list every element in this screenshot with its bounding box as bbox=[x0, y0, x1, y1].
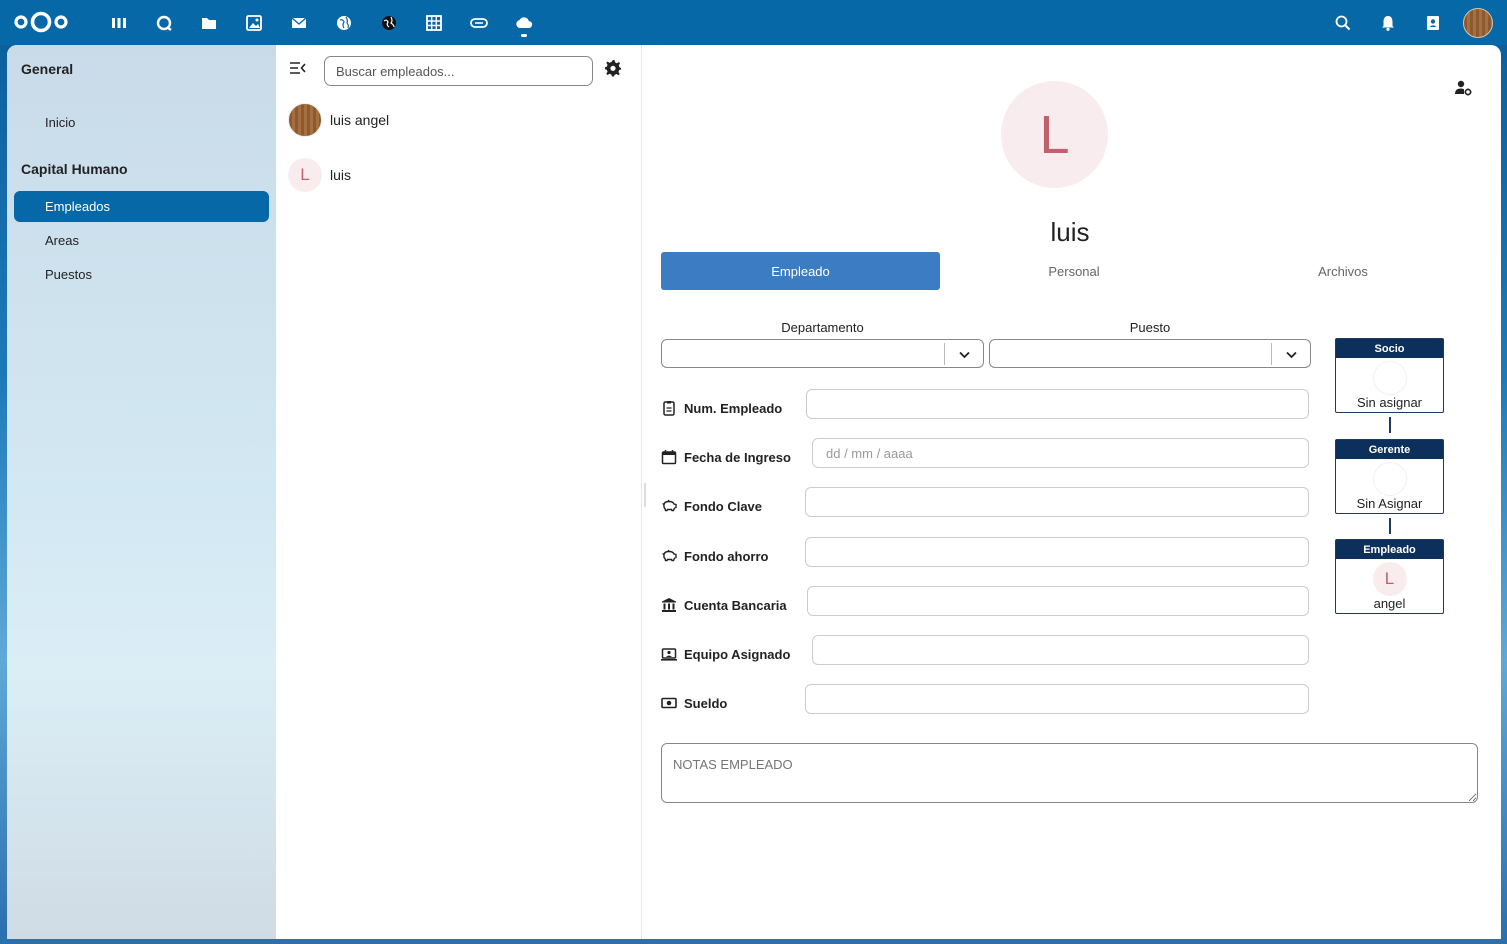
cuenta-bancaria-input[interactable] bbox=[807, 586, 1309, 616]
nextcloud-logo[interactable] bbox=[12, 9, 70, 35]
fondo-ahorro-row: Fondo ahorro bbox=[661, 541, 769, 571]
org-card-gerente[interactable]: Gerente Sin Asignar bbox=[1335, 439, 1444, 514]
chevron-down-icon bbox=[959, 351, 970, 359]
calendar-icon bbox=[661, 450, 677, 465]
bank-icon bbox=[662, 598, 676, 612]
search-employees-input[interactable] bbox=[324, 56, 593, 86]
piggy-bank-icon bbox=[662, 499, 677, 512]
cash-icon bbox=[661, 697, 677, 709]
contacts-icon[interactable] bbox=[1410, 0, 1455, 45]
num-empleado-input[interactable] bbox=[806, 389, 1309, 419]
org-card-avatar: L bbox=[1372, 562, 1407, 596]
toggle-navigation-icon[interactable] bbox=[288, 59, 308, 77]
cuenta-bancaria-label: Cuenta Bancaria bbox=[684, 597, 787, 613]
select-divider bbox=[944, 343, 945, 365]
num-empleado-label: Num. Empleado bbox=[684, 400, 783, 416]
org-card-avatar bbox=[1372, 361, 1407, 395]
employee-detail: L luis Empleado Personal Archivos Depart… bbox=[642, 45, 1501, 939]
select-divider bbox=[1271, 343, 1272, 365]
cloud-icon[interactable] bbox=[501, 0, 546, 45]
puesto-select[interactable] bbox=[989, 339, 1311, 368]
detail-tabs: Empleado Personal Archivos bbox=[661, 252, 1478, 290]
org-card-socio[interactable]: Socio Sin asignar bbox=[1335, 338, 1444, 413]
num-empleado-row: Num. Empleado bbox=[661, 393, 782, 423]
fecha-ingreso-row: Fecha de Ingreso bbox=[661, 442, 791, 472]
list-item[interactable]: luis angel bbox=[288, 103, 389, 137]
org-connector bbox=[1389, 518, 1391, 534]
search-talk-icon[interactable] bbox=[141, 0, 186, 45]
fondo-clave-input[interactable] bbox=[805, 487, 1309, 517]
files-icon[interactable] bbox=[186, 0, 231, 45]
tab-personal[interactable]: Personal bbox=[940, 252, 1208, 290]
nav-item-empleados[interactable]: Empleados bbox=[14, 191, 269, 222]
org-connector bbox=[1389, 417, 1391, 433]
link-icon[interactable] bbox=[456, 0, 501, 45]
avatar[interactable] bbox=[1463, 7, 1493, 38]
nav-item-areas[interactable]: Areas bbox=[14, 225, 269, 256]
fecha-ingreso-input[interactable] bbox=[812, 438, 1309, 468]
fondo-clave-row: Fondo Clave bbox=[661, 491, 762, 521]
world-icon[interactable] bbox=[366, 0, 411, 45]
piggy-bank-icon bbox=[662, 549, 677, 562]
org-card-empleado[interactable]: Empleado L angel bbox=[1335, 539, 1444, 614]
sueldo-row: Sueldo bbox=[661, 688, 727, 718]
employee-avatar bbox=[288, 103, 322, 137]
fondo-ahorro-input[interactable] bbox=[805, 537, 1309, 567]
sueldo-input[interactable] bbox=[805, 684, 1309, 714]
sueldo-label: Sueldo bbox=[684, 695, 728, 711]
chevron-down-icon bbox=[1286, 351, 1297, 359]
employee-list: luis angel L luis bbox=[276, 45, 642, 939]
mail-icon[interactable] bbox=[276, 0, 321, 45]
org-card-title: Gerente bbox=[1336, 440, 1443, 459]
org-card-avatar bbox=[1372, 462, 1407, 496]
fondo-ahorro-label: Fondo ahorro bbox=[684, 548, 769, 564]
org-card-name: Sin asignar bbox=[1356, 395, 1423, 410]
bell-icon[interactable] bbox=[1365, 0, 1410, 45]
nav-item-puestos[interactable]: Puestos bbox=[14, 259, 269, 290]
calendar-grid-icon[interactable] bbox=[411, 0, 456, 45]
departamento-label: Departamento bbox=[781, 320, 864, 335]
photos-icon[interactable] bbox=[231, 0, 276, 45]
employee-title: luis bbox=[1050, 217, 1090, 247]
app-container: General Inicio Capital Humano Empleados … bbox=[7, 45, 1501, 939]
list-header bbox=[276, 45, 641, 95]
employee-big-avatar: L bbox=[1001, 81, 1108, 188]
puesto-label: Puesto bbox=[1129, 320, 1171, 335]
user-settings-icon[interactable] bbox=[1454, 79, 1472, 97]
equipo-asignado-label: Equipo Asignado bbox=[684, 646, 791, 662]
cuenta-bancaria-row: Cuenta Bancaria bbox=[661, 590, 787, 620]
equipo-asignado-row: Equipo Asignado bbox=[661, 639, 790, 669]
laptop-icon bbox=[661, 648, 677, 661]
employee-name: luis angel bbox=[330, 112, 390, 128]
nav-caption-capital-humano: Capital Humano bbox=[21, 161, 128, 177]
list-item[interactable]: L luis bbox=[288, 158, 351, 192]
tab-empleado[interactable]: Empleado bbox=[661, 252, 940, 290]
nav-caption-general: General bbox=[21, 61, 74, 77]
fecha-ingreso-label: Fecha de Ingreso bbox=[684, 449, 791, 465]
fondo-clave-label: Fondo Clave bbox=[684, 498, 763, 514]
tab-archivos[interactable]: Archivos bbox=[1208, 252, 1478, 290]
search-icon[interactable] bbox=[1320, 0, 1365, 45]
org-card-name: angel bbox=[1373, 596, 1406, 611]
equipo-asignado-input[interactable] bbox=[812, 635, 1309, 665]
departamento-select[interactable] bbox=[661, 339, 984, 368]
gear-icon[interactable] bbox=[604, 59, 622, 77]
employee-name: luis bbox=[330, 167, 352, 183]
top-bar bbox=[0, 0, 1507, 45]
nav-item-inicio[interactable]: Inicio bbox=[14, 107, 269, 138]
globe-icon[interactable] bbox=[321, 0, 366, 45]
badge-icon bbox=[663, 401, 675, 416]
dashboard-icon[interactable] bbox=[96, 0, 141, 45]
org-card-title: Empleado bbox=[1336, 540, 1443, 559]
employee-avatar: L bbox=[288, 158, 322, 192]
app-navigation: General Inicio Capital Humano Empleados … bbox=[7, 45, 276, 939]
notas-empleado-textarea[interactable] bbox=[661, 743, 1478, 803]
org-card-title: Socio bbox=[1336, 339, 1443, 358]
org-card-name: Sin Asignar bbox=[1356, 496, 1423, 511]
resize-handle[interactable] bbox=[644, 483, 646, 507]
